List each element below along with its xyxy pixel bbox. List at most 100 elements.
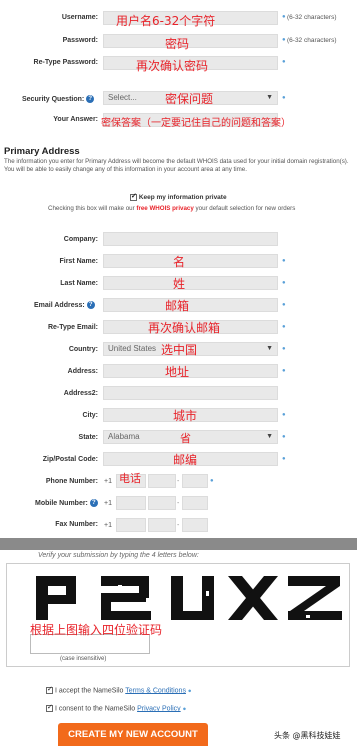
- state-value: Alabama: [108, 432, 140, 441]
- required-dot: ●: [282, 59, 286, 65]
- retype-email-label: Re-Type Email:: [47, 324, 98, 331]
- company-input[interactable]: [103, 232, 278, 246]
- keep-private-row: Keep my information private: [130, 192, 227, 202]
- create-account-button[interactable]: CREATE MY NEW ACCOUNT: [58, 723, 208, 746]
- phone-annotation: 电话: [119, 472, 141, 485]
- username-annotation: 用户名6-32个字符: [116, 14, 216, 28]
- mobile-separator: -: [177, 500, 180, 507]
- required-dot: ●: [282, 95, 286, 101]
- phone-mid-input[interactable]: [148, 474, 176, 488]
- chevron-down-icon: ▼: [266, 94, 273, 101]
- whois-privacy-link[interactable]: free WHOIS privacy: [136, 205, 193, 212]
- required-dot: ●: [187, 688, 192, 695]
- mobile-end-input[interactable]: [182, 496, 208, 510]
- mobile-mid-input[interactable]: [148, 496, 176, 510]
- company-label: Company:: [63, 236, 98, 243]
- fax-mid-input[interactable]: [148, 518, 176, 532]
- captcha-annotation: 根据上图输入四位验证码: [30, 623, 163, 637]
- zip-label: Zip/Postal Code:: [42, 456, 98, 463]
- primary-address-title: Primary Address: [4, 146, 80, 157]
- phone-end-input[interactable]: [182, 474, 208, 488]
- required-dot: ●: [182, 706, 187, 713]
- email-input[interactable]: [103, 298, 278, 312]
- keep-private-checkbox[interactable]: [130, 192, 137, 201]
- country-annotation: 选中国: [161, 343, 198, 357]
- fax-separator: -: [177, 522, 180, 529]
- captcha-case-note: (case insensitive): [60, 656, 107, 662]
- required-dot: ●: [282, 434, 286, 440]
- required-dot: ●: [282, 280, 286, 286]
- terms-checkbox[interactable]: [46, 685, 53, 694]
- password-annotation: 密码: [165, 37, 190, 51]
- email-annotation: 邮箱: [165, 299, 190, 313]
- required-dot: ●: [282, 258, 286, 264]
- first-name-label: First Name:: [59, 258, 98, 265]
- fax-end-input[interactable]: [182, 518, 208, 532]
- privacy-checkbox[interactable]: [46, 703, 53, 712]
- terms-row: I accept the NameSilo Terms & Conditions…: [46, 685, 192, 695]
- keep-private-label: Keep my information private: [138, 194, 227, 202]
- password-input[interactable]: [103, 34, 278, 48]
- required-dot: ●: [282, 346, 286, 352]
- required-dot: ●: [282, 37, 286, 43]
- mobile-label: Mobile Number: ?: [35, 499, 98, 507]
- security-question-label: Security Question: ?: [22, 95, 95, 103]
- address2-input[interactable]: [103, 386, 278, 400]
- security-select-value: Select...: [108, 93, 137, 102]
- required-dot: ●: [210, 478, 214, 484]
- your-answer-label: Your Answer:: [53, 116, 98, 123]
- first-name-input[interactable]: [103, 254, 278, 268]
- captcha-verify-text: Verify your submission by typing the 4 l…: [38, 552, 199, 559]
- your-answer-annotation: 密保答案（一定要记住自己的问题和答案）: [101, 118, 291, 129]
- city-label: City:: [82, 412, 98, 419]
- section-divider: [0, 538, 357, 550]
- help-icon[interactable]: ?: [89, 499, 98, 507]
- privacy-note: Checking this box will make our free WHO…: [48, 205, 296, 212]
- password-label: Password:: [62, 37, 98, 44]
- watermark: 头条 @黑科技娃娃: [274, 731, 341, 740]
- required-dot: ●: [282, 302, 286, 308]
- password-hint: (6-32 characters): [287, 37, 337, 44]
- retype-password-annotation: 再次确认密码: [136, 59, 209, 73]
- fax-area-input[interactable]: [116, 518, 146, 532]
- primary-address-desc: The information you enter for Primary Ad…: [4, 158, 349, 173]
- email-label: Email Address: ?: [34, 301, 95, 309]
- fax-label: Fax Number:: [55, 521, 98, 528]
- state-label: State:: [78, 434, 98, 441]
- username-hint: (6-32 characters): [287, 14, 337, 21]
- required-dot: ●: [282, 14, 286, 20]
- phone-prefix: +1: [104, 478, 112, 485]
- username-label: Username:: [61, 14, 98, 21]
- captcha-image: [36, 576, 342, 620]
- address-input[interactable]: [103, 364, 278, 378]
- retype-email-annotation: 再次确认邮箱: [148, 321, 221, 335]
- terms-link[interactable]: Terms & Conditions: [125, 687, 186, 694]
- mobile-prefix: +1: [104, 500, 112, 507]
- help-icon[interactable]: ?: [86, 95, 95, 103]
- last-name-input[interactable]: [103, 276, 278, 290]
- address-annotation: 地址: [165, 365, 190, 379]
- phone-label: Phone Number:: [45, 478, 98, 485]
- last-name-annotation: 姓: [173, 277, 186, 291]
- required-dot: ●: [282, 368, 286, 374]
- address-label: Address:: [67, 368, 98, 375]
- state-annotation: 省: [180, 432, 191, 445]
- country-value: United States: [108, 344, 157, 353]
- privacy-policy-link[interactable]: Privacy Policy: [137, 705, 181, 712]
- city-annotation: 城市: [173, 409, 198, 423]
- help-icon[interactable]: ?: [86, 301, 95, 309]
- first-name-annotation: 名: [173, 255, 186, 269]
- zip-annotation: 邮编: [173, 453, 198, 467]
- required-dot: ●: [282, 324, 286, 330]
- chevron-down-icon: ▼: [266, 433, 273, 440]
- last-name-label: Last Name:: [60, 280, 98, 287]
- chevron-down-icon: ▼: [266, 345, 273, 352]
- required-dot: ●: [282, 412, 286, 418]
- retype-password-label: Re-Type Password:: [33, 59, 98, 66]
- required-dot: ●: [282, 456, 286, 462]
- fax-prefix: +1: [104, 522, 112, 529]
- privacy-row: I consent to the NameSilo Privacy Policy…: [46, 703, 187, 713]
- mobile-area-input[interactable]: [116, 496, 146, 510]
- security-question-annotation: 密保问题: [165, 92, 214, 106]
- phone-separator: -: [177, 478, 180, 485]
